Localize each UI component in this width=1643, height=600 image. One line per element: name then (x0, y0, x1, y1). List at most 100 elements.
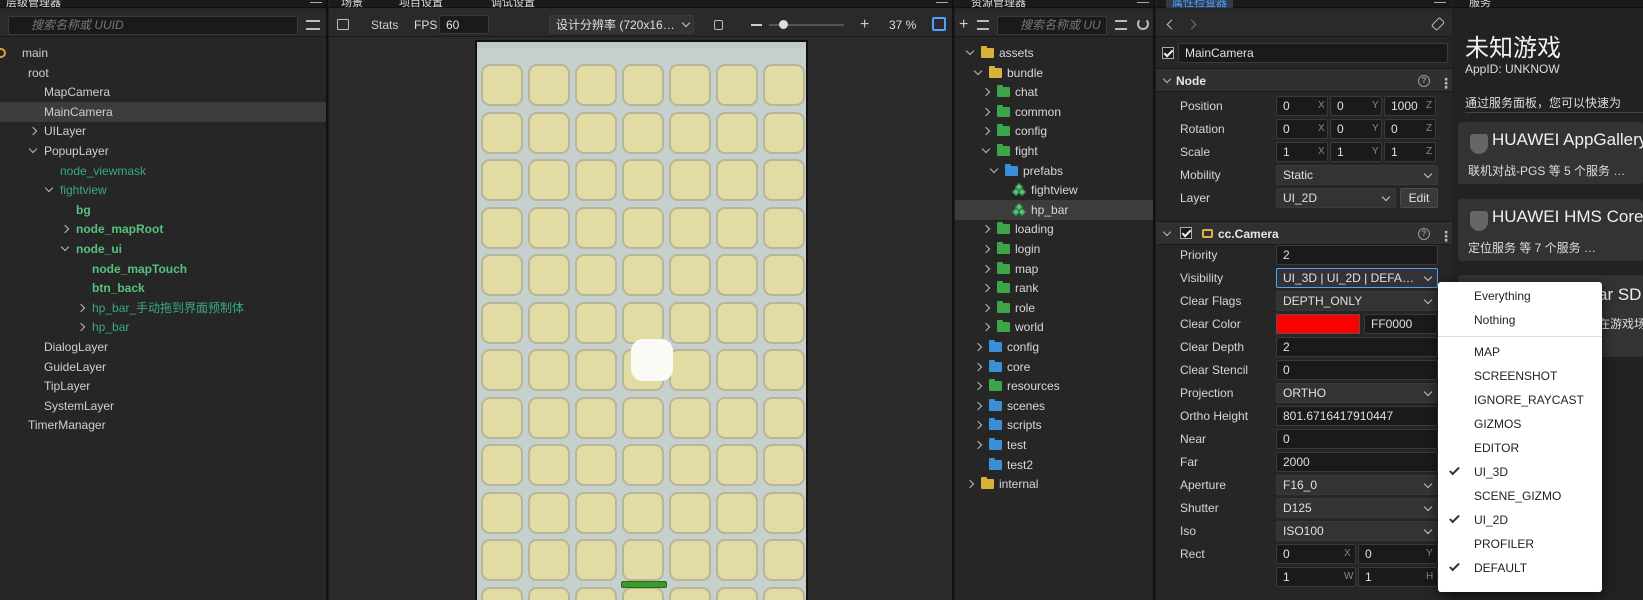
layer-select[interactable]: UI_2D (1276, 188, 1396, 208)
tab-assets[interactable]: 资源管理器 (965, 0, 1032, 9)
board-tile[interactable] (528, 301, 570, 344)
more-options-icon[interactable] (1439, 224, 1452, 248)
zoom-in-icon[interactable]: + (860, 17, 869, 33)
board-tile[interactable] (763, 254, 805, 296)
board-tile[interactable] (528, 349, 570, 391)
board-tile[interactable] (528, 491, 570, 534)
asset-item[interactable]: common (955, 102, 1155, 122)
board-tile[interactable] (575, 159, 617, 201)
board-tile[interactable] (716, 254, 758, 296)
board-tile[interactable] (763, 206, 805, 249)
node-section-header[interactable]: Node ? (1156, 68, 1452, 95)
board-tile[interactable] (669, 586, 711, 600)
far-input[interactable]: 2000 (1276, 452, 1438, 472)
board-tile[interactable] (481, 444, 523, 486)
zoom-out-icon[interactable] (751, 24, 762, 26)
tab-scene[interactable]: 场景 (335, 0, 369, 9)
chevron-right-icon[interactable] (76, 303, 86, 313)
mobility-select[interactable]: Static (1276, 165, 1438, 185)
board-tile[interactable] (575, 539, 617, 581)
tree-node[interactable]: SystemLayer (0, 396, 328, 416)
resolution-select[interactable]: 设计分辨率 (720x16… (549, 15, 694, 34)
asset-item[interactable]: fight (955, 141, 1155, 161)
service-card-hms-core[interactable]: HUAWEI HMS Core 定位服务 等 7 个服务 … (1458, 199, 1643, 261)
asset-item[interactable]: test (955, 435, 1155, 455)
asset-item[interactable]: hp_bar (955, 199, 1155, 220)
board-tile[interactable] (481, 491, 523, 534)
tree-node[interactable]: TipLayer (0, 376, 328, 396)
panel-divider[interactable] (952, 0, 954, 600)
panel-divider[interactable] (1153, 0, 1155, 600)
list-icon[interactable] (1115, 20, 1127, 30)
priority-input[interactable]: 2 (1276, 245, 1438, 265)
visibility-layer-option[interactable]: UI_3D (1474, 462, 1508, 482)
board-tile[interactable] (716, 64, 758, 106)
tree-node[interactable]: btn_back (0, 278, 328, 298)
camera-enabled-checkbox[interactable] (1180, 227, 1192, 239)
board-tile[interactable] (716, 444, 758, 486)
chevron-right-icon[interactable] (973, 381, 983, 391)
chevron-right-icon[interactable] (28, 127, 38, 136)
board-tile[interactable] (481, 586, 523, 600)
tree-node[interactable]: MapCamera (0, 82, 328, 102)
board-tile[interactable] (763, 396, 805, 439)
asset-item[interactable]: scripts (955, 415, 1155, 435)
panel-menu-icon[interactable] (310, 0, 322, 3)
edit-layer-button[interactable]: Edit (1400, 188, 1438, 208)
chevron-right-icon[interactable] (973, 362, 983, 371)
back-arrow-icon[interactable] (1166, 19, 1177, 30)
asset-item[interactable]: config (955, 121, 1155, 141)
asset-item[interactable]: config (955, 337, 1155, 357)
board-tile[interactable] (575, 396, 617, 439)
board-tile[interactable] (716, 539, 758, 581)
board-tile[interactable] (716, 586, 758, 600)
projection-select[interactable]: ORTHO (1276, 383, 1438, 403)
chevron-down-icon[interactable] (981, 144, 991, 154)
hierarchy-search-input[interactable]: 搜索名称或 UUID (8, 16, 298, 35)
tree-node[interactable]: bg (0, 200, 328, 220)
board-tile[interactable] (669, 349, 711, 391)
help-icon[interactable]: ? (1418, 75, 1430, 87)
board-tile[interactable] (669, 64, 711, 106)
board-tile[interactable] (575, 349, 617, 391)
board-tile[interactable] (575, 491, 617, 534)
clear-depth-input[interactable]: 2 (1276, 337, 1438, 357)
asset-item[interactable]: map (955, 259, 1155, 279)
visibility-layer-option[interactable]: PROFILER (1474, 534, 1534, 554)
board-tile[interactable] (763, 539, 805, 581)
chevron-down-icon[interactable] (44, 183, 54, 193)
shutter-select[interactable]: D125 (1276, 498, 1438, 518)
zoom-slider-handle[interactable] (779, 20, 788, 29)
asset-item[interactable]: assets (955, 43, 1155, 63)
tree-node[interactable]: node_mapTouch (0, 259, 328, 279)
tree-node[interactable]: MainCamera (0, 101, 328, 122)
chevron-right-icon[interactable] (981, 303, 991, 313)
ortho-height-input[interactable]: 801.6716417910447 (1276, 406, 1438, 426)
board-tile[interactable] (669, 301, 711, 344)
asset-item[interactable]: bundle (955, 63, 1155, 83)
forward-arrow-icon[interactable] (1186, 19, 1197, 30)
board-tile[interactable] (481, 111, 523, 154)
board-tile[interactable] (528, 111, 570, 154)
tree-node[interactable]: hp_bar (0, 317, 328, 337)
board-tile[interactable] (575, 254, 617, 296)
iso-select[interactable]: ISO100 (1276, 521, 1438, 541)
clear-color-swatch[interactable] (1276, 314, 1360, 334)
chevron-right-icon[interactable] (973, 440, 983, 450)
board-tile[interactable] (528, 64, 570, 106)
aperture-select[interactable]: F16_0 (1276, 475, 1438, 495)
asset-item[interactable]: login (955, 239, 1155, 259)
board-tile[interactable] (528, 159, 570, 201)
asset-item[interactable]: world (955, 317, 1155, 337)
asset-item[interactable]: fightview (955, 180, 1155, 200)
node-name-input[interactable]: MainCamera (1178, 43, 1448, 63)
board-tile[interactable] (481, 254, 523, 296)
visibility-option-everything[interactable]: Everything (1474, 286, 1531, 306)
board-tile[interactable] (669, 254, 711, 296)
chevron-right-icon[interactable] (981, 225, 991, 234)
chevron-right-icon[interactable] (981, 87, 991, 97)
more-options-icon[interactable] (1439, 71, 1452, 95)
tree-node[interactable]: DialogLayer (0, 337, 328, 357)
board-tile[interactable] (575, 206, 617, 249)
camera-section-header[interactable]: cc.Camera ? (1156, 221, 1452, 248)
